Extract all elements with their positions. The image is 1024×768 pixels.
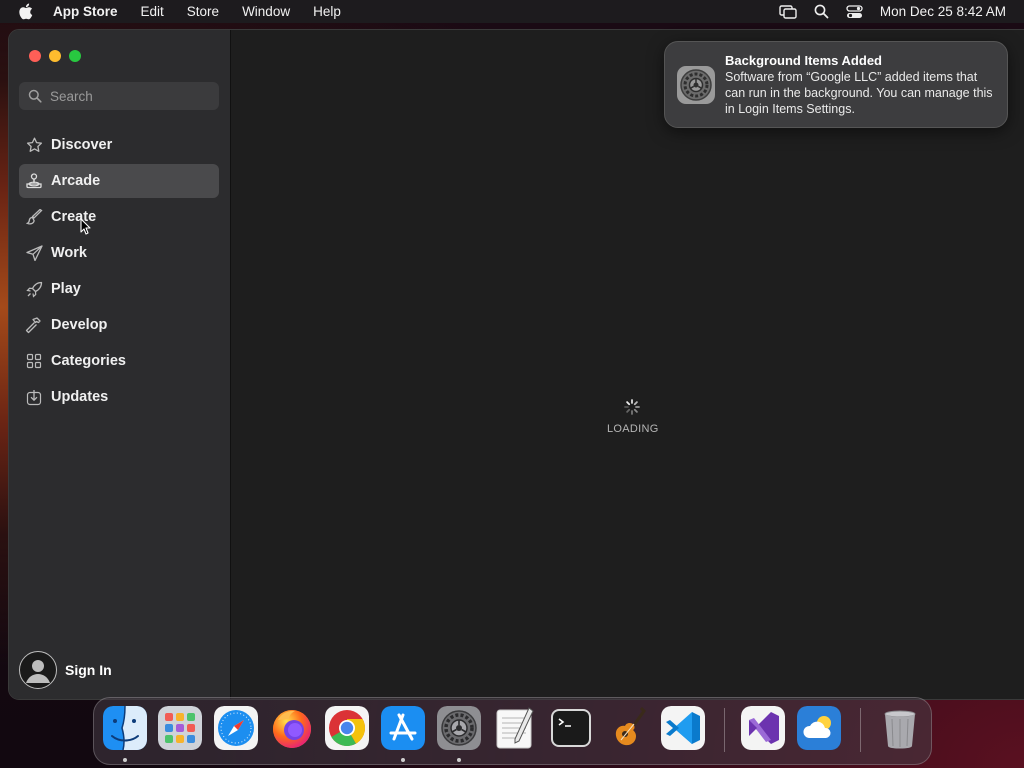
- screen-mirroring-icon[interactable]: [779, 4, 797, 19]
- notification-title: Background Items Added: [725, 53, 882, 68]
- sign-in-button[interactable]: Sign In: [19, 651, 112, 689]
- menu-clock[interactable]: Mon Dec 25 8:42 AM: [880, 4, 1006, 19]
- sidebar-item-label: Develop: [51, 317, 108, 333]
- sidebar-item-create[interactable]: Create: [19, 200, 219, 234]
- search-icon: [28, 89, 42, 103]
- menu-help[interactable]: Help: [313, 4, 341, 19]
- sidebar-item-label: Arcade: [51, 173, 101, 189]
- control-center-icon[interactable]: [846, 4, 863, 19]
- sidebar-item-label: Updates: [51, 389, 109, 405]
- minimize-button[interactable]: [49, 50, 61, 62]
- hammer-icon: [24, 316, 44, 334]
- sidebar-item-work[interactable]: Work: [19, 236, 219, 270]
- appstore-icon[interactable]: [381, 706, 425, 750]
- menu-app-name[interactable]: App Store: [53, 4, 118, 19]
- grid-icon: [24, 353, 44, 369]
- system-settings-icon[interactable]: [437, 706, 481, 750]
- sidebar-item-label: Work: [51, 245, 87, 261]
- visualstudio-icon[interactable]: [741, 706, 785, 750]
- running-indicator: [457, 758, 461, 762]
- sidebar: Discover Arcade Create Work: [9, 30, 231, 699]
- window-controls: [29, 50, 89, 62]
- menu-edit[interactable]: Edit: [141, 4, 164, 19]
- sidebar-nav: Discover Arcade Create Work Play Develop…: [19, 128, 219, 416]
- apple-menu-icon[interactable]: [18, 3, 36, 20]
- vscode-icon[interactable]: [661, 706, 705, 750]
- sidebar-item-categories[interactable]: Categories: [19, 344, 219, 378]
- terminal-icon[interactable]: [549, 706, 593, 750]
- sidebar-item-label: Play: [51, 281, 81, 297]
- paintbrush-icon: [24, 208, 44, 226]
- trash-icon[interactable]: [878, 706, 922, 750]
- running-indicator: [123, 758, 127, 762]
- main-content: LOADING: [231, 30, 1024, 699]
- loading-indicator: LOADING: [607, 398, 659, 435]
- textedit-icon[interactable]: [493, 706, 537, 750]
- star-icon: [24, 137, 44, 153]
- menu-bar: App Store Edit Store Window Help Mon Dec…: [0, 0, 1024, 23]
- dock-separator: [724, 708, 725, 752]
- dock-separator: [860, 708, 861, 752]
- zoom-button[interactable]: [69, 50, 81, 62]
- sidebar-item-develop[interactable]: Develop: [19, 308, 219, 342]
- menu-store[interactable]: Store: [187, 4, 219, 19]
- spotlight-search-icon[interactable]: [814, 4, 829, 19]
- firefox-icon[interactable]: [270, 706, 314, 750]
- launchpad-icon[interactable]: [158, 706, 202, 750]
- joystick-icon: [24, 173, 44, 189]
- notification-body: Software from “Google LLC” added items t…: [725, 70, 993, 116]
- sidebar-item-arcade[interactable]: Arcade: [19, 164, 219, 198]
- sidebar-item-updates[interactable]: Updates: [19, 380, 219, 414]
- close-button[interactable]: [29, 50, 41, 62]
- sidebar-item-play[interactable]: Play: [19, 272, 219, 306]
- dock: [93, 697, 932, 765]
- search-field[interactable]: [19, 82, 219, 110]
- mouse-cursor-icon: [80, 218, 92, 240]
- loading-text: LOADING: [607, 423, 659, 435]
- system-settings-icon: [677, 66, 715, 104]
- menu-window[interactable]: Window: [242, 4, 290, 19]
- sidebar-item-label: Discover: [51, 137, 113, 153]
- chrome-icon[interactable]: [325, 706, 369, 750]
- avatar-icon: [19, 651, 57, 689]
- sign-in-label: Sign In: [65, 662, 112, 678]
- weather-icon[interactable]: [797, 706, 841, 750]
- running-indicator: [401, 758, 405, 762]
- notification-banner[interactable]: Background Items Added Software from “Go…: [664, 41, 1008, 128]
- sidebar-item-discover[interactable]: Discover: [19, 128, 219, 162]
- spinner-icon: [624, 399, 640, 415]
- rocket-icon: [24, 281, 44, 298]
- app-store-window: Discover Arcade Create Work: [8, 29, 1024, 700]
- finder-icon[interactable]: [103, 706, 147, 750]
- sidebar-item-label: Categories: [51, 353, 126, 369]
- paperplane-icon: [24, 245, 44, 261]
- safari-icon[interactable]: [214, 706, 258, 750]
- search-input[interactable]: [50, 88, 200, 104]
- garageband-icon[interactable]: [605, 706, 649, 750]
- download-icon: [24, 389, 44, 406]
